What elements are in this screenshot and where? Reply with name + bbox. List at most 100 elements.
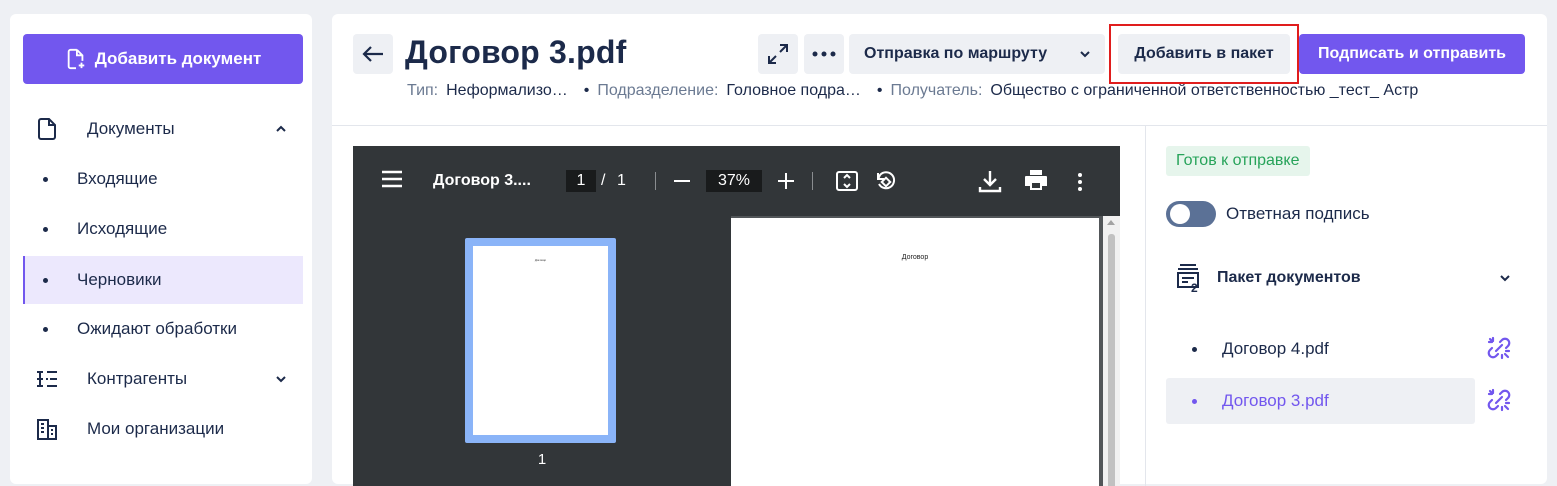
unlink-icon: [1487, 388, 1511, 412]
nav-drafts-label: Черновики: [77, 270, 162, 289]
bullet: [1192, 398, 1197, 404]
nav-outgoing[interactable]: Исходящие: [23, 206, 303, 252]
type-key: Тип:: [407, 82, 439, 99]
plus-icon: [778, 173, 794, 189]
main-panel: Договор 3.pdf Тип: Неформализо… • Подраз…: [332, 14, 1547, 486]
nav-pending-label: Ожидают обработки: [77, 319, 237, 338]
building-icon: [35, 417, 59, 441]
bullet: [43, 176, 48, 182]
fit-page-button[interactable]: [835, 170, 859, 192]
menu-button[interactable]: [381, 170, 403, 188]
minus-icon: [674, 180, 690, 182]
add-file-icon: [67, 48, 84, 70]
page-separator: /: [601, 172, 606, 189]
thumbnail-text: Договор: [534, 258, 547, 262]
reply-signature-label: Ответная подпись: [1226, 204, 1370, 223]
reply-signature-toggle[interactable]: [1166, 201, 1216, 227]
print-button[interactable]: [1024, 169, 1048, 191]
package-item[interactable]: Договор 4.pdf: [1166, 326, 1475, 372]
package-item-label: Договор 3.pdf: [1222, 391, 1329, 410]
chevron-down-icon: [1500, 275, 1510, 282]
thumbnail-pane: Договор 1: [353, 216, 731, 486]
chevron-down-icon: [1080, 51, 1090, 58]
add-to-package-button[interactable]: Добавить в пакет: [1109, 24, 1299, 84]
type-value: Неформализо…: [446, 82, 568, 99]
download-button[interactable]: [977, 168, 1003, 194]
dept-key: Подразделение:: [597, 82, 719, 99]
scrollbar[interactable]: [1103, 216, 1120, 486]
zoom-input[interactable]: 37%: [706, 170, 762, 192]
document-page: Договор: [731, 218, 1099, 486]
add-document-label: Добавить документ: [94, 49, 262, 68]
bullet: [43, 277, 48, 283]
package-item-label: Договор 4.pdf: [1222, 339, 1329, 358]
fit-page-icon: [836, 171, 858, 191]
add-document-button[interactable]: Добавить документ: [23, 34, 303, 84]
divider: [655, 172, 656, 190]
expand-icon: [768, 44, 788, 64]
nav-documents-label: Документы: [87, 119, 175, 138]
recipient-value: Общество с ограниченной ответственностью…: [990, 82, 1419, 99]
route-send-label: Отправка по маршруту: [864, 45, 1048, 62]
package-title: Пакет документов: [1217, 269, 1361, 286]
rotate-button[interactable]: [874, 169, 898, 193]
nav-outgoing-label: Исходящие: [77, 219, 168, 238]
zoom-out-button[interactable]: [673, 172, 691, 190]
sign-and-send-button[interactable]: Подписать и отправить: [1299, 34, 1525, 74]
meta-separator: •: [583, 82, 590, 99]
page-number-input[interactable]: 1: [566, 170, 596, 192]
more-horizontal-icon: [812, 51, 836, 57]
nav-incoming[interactable]: Входящие: [23, 156, 303, 202]
status-badge: Готов к отправке: [1166, 146, 1310, 176]
route-send-button[interactable]: Отправка по маршруту: [849, 34, 1105, 74]
nav-contractors-label: Контрагенты: [87, 369, 188, 388]
rotate-icon: [877, 171, 896, 190]
sidebar: Добавить документ Документы Входящие Исх…: [10, 14, 312, 484]
unlink-button[interactable]: [1484, 333, 1514, 363]
details-panel: Готов к отправке Ответная подпись 2 Паке…: [1166, 146, 1526, 476]
unlink-button[interactable]: [1484, 385, 1514, 415]
chevron-down-icon: [276, 376, 286, 383]
bullet: [43, 326, 48, 332]
pdf-filename: Договор 3....: [433, 172, 531, 189]
page-heading: Договор: [901, 254, 929, 261]
nav-contractors[interactable]: Контрагенты: [23, 356, 303, 402]
add-to-package-label: Добавить в пакет: [1118, 34, 1290, 74]
nav-incoming-label: Входящие: [77, 169, 158, 188]
nav-documents[interactable]: Документы: [23, 106, 303, 152]
dept-value: Головное подра…: [726, 82, 861, 99]
contractors-icon: [35, 367, 59, 391]
download-icon: [978, 171, 1002, 193]
nav-drafts[interactable]: Черновики: [23, 256, 303, 304]
bullet: [43, 226, 48, 232]
divider: [812, 172, 813, 190]
bullet: [1192, 346, 1197, 352]
scrollbar-thumb[interactable]: [1108, 234, 1115, 486]
page-title: Договор 3.pdf: [405, 34, 627, 70]
document-page-area: Договор: [731, 216, 1120, 486]
pdf-toolbar: Договор 3.... 1 / 1 37%: [353, 146, 1120, 216]
more-button[interactable]: [804, 34, 844, 74]
nav-organizations[interactable]: Мои организации: [23, 406, 303, 452]
meta-separator: •: [876, 82, 883, 99]
thumbnail-page: Договор: [473, 246, 608, 435]
more-options-button[interactable]: [1077, 172, 1083, 192]
scroll-up-icon[interactable]: [1107, 220, 1115, 225]
package-item-active[interactable]: Договор 3.pdf: [1166, 378, 1475, 424]
recipient-key: Получатель:: [890, 82, 983, 99]
back-button[interactable]: [353, 34, 393, 74]
divider: [1145, 126, 1146, 486]
arrow-left-icon: [362, 46, 383, 62]
page-thumbnail[interactable]: Договор: [465, 238, 616, 443]
toggle-knob: [1170, 204, 1190, 224]
unlink-icon: [1487, 336, 1511, 360]
expand-button[interactable]: [758, 34, 798, 74]
printer-icon: [1025, 170, 1047, 190]
chevron-up-icon: [276, 125, 286, 132]
zoom-in-button[interactable]: [777, 172, 795, 190]
package-header[interactable]: 2 Пакет документов: [1176, 260, 1521, 296]
divider: [332, 125, 1547, 126]
nav-pending[interactable]: Ожидают обработки: [23, 306, 303, 352]
document-icon: [35, 117, 59, 141]
document-meta: Тип: Неформализо… • Подразделение: Голов…: [407, 82, 1418, 100]
